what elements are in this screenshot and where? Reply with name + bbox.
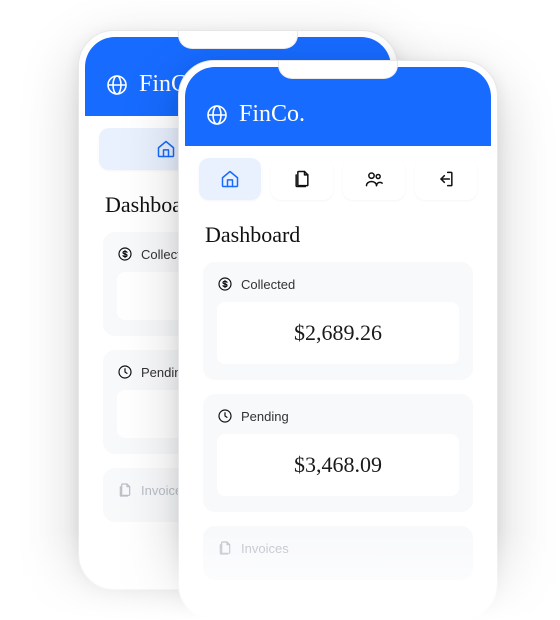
nav-bar [185,146,491,206]
card-pending-label: Pending [241,409,289,424]
clock-icon [217,408,233,424]
nav-documents[interactable] [271,158,333,200]
users-icon [364,169,384,189]
card-pending-value: $3,468.09 [217,434,459,496]
phone-notch [278,61,398,79]
home-icon [220,169,240,189]
card-invoices-label: Invoices [241,541,289,556]
dollar-icon [217,276,233,292]
page-title: Dashboard [205,222,473,248]
globe-icon [105,73,129,97]
nav-users[interactable] [343,158,405,200]
card-collected-label: Collected [241,277,295,292]
clock-icon [117,364,133,380]
nav-home[interactable] [199,158,261,200]
phone-notch [178,31,298,49]
documents-icon [117,482,133,498]
documents-icon [217,540,233,556]
phone-mock-front: FinCo. [178,60,498,620]
logout-icon [436,169,456,189]
card-collected: Collected $2,689.26 [203,262,473,380]
card-pending: Pending $3,468.09 [203,394,473,512]
dollar-icon [117,246,133,262]
nav-logout[interactable] [415,158,477,200]
home-icon [156,139,176,159]
brand-name: FinCo. [239,101,305,128]
documents-icon [292,169,312,189]
screen: FinCo. [185,67,491,613]
card-invoices: Invoices [203,526,473,580]
content-area: Dashboard Collected $2,689.26 [185,206,491,613]
globe-icon [205,103,229,127]
card-collected-value: $2,689.26 [217,302,459,364]
